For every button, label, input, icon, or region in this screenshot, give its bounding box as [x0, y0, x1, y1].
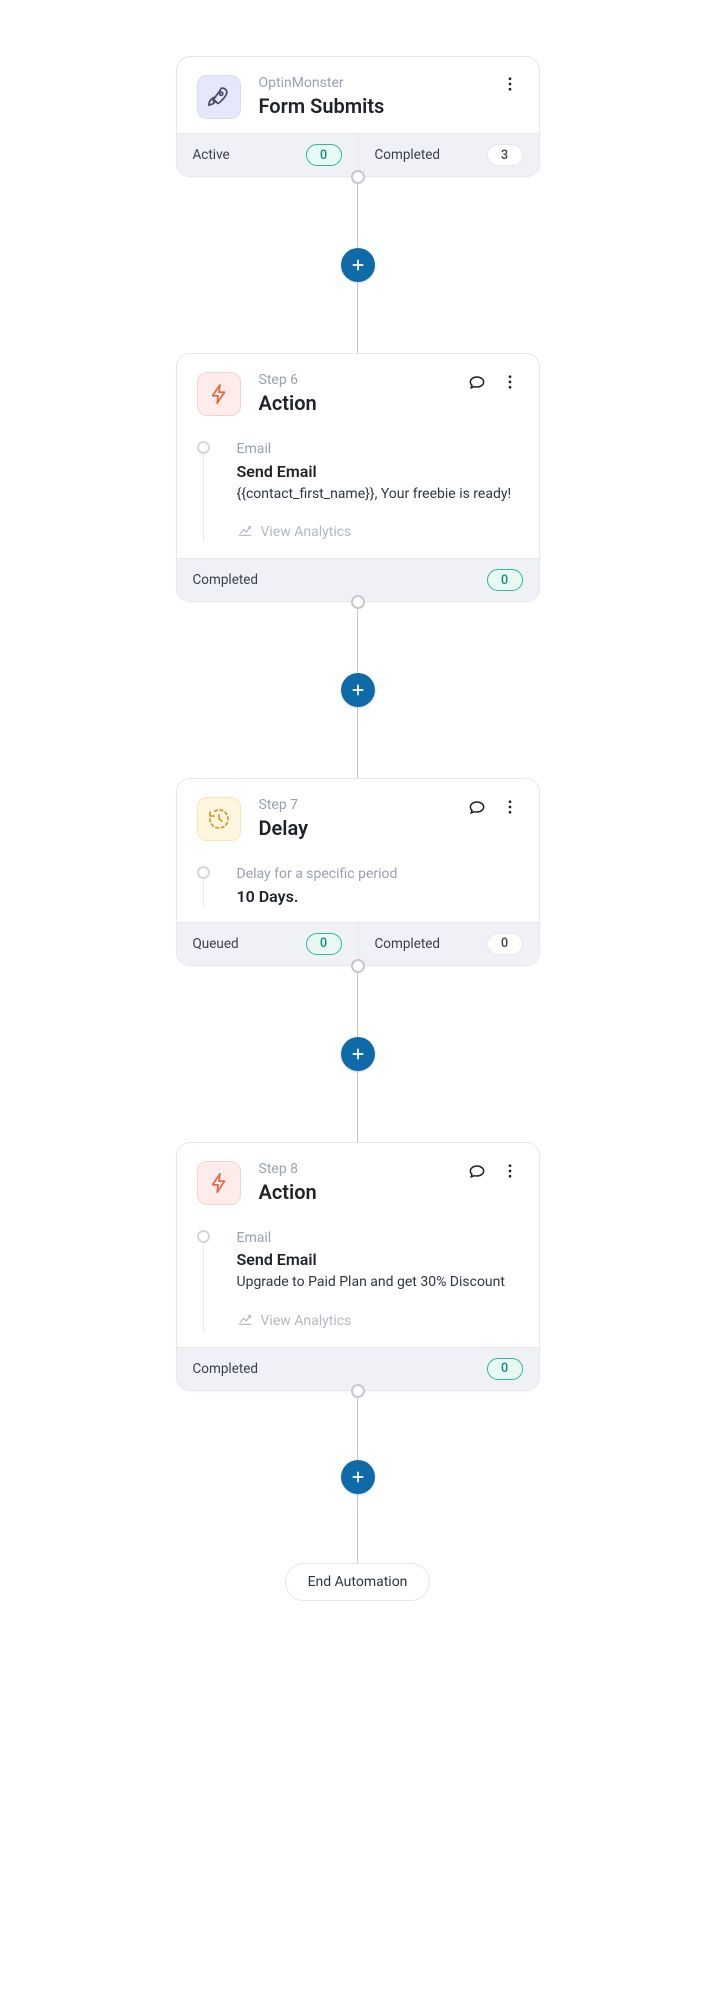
view-analytics-link[interactable]: View Analytics: [237, 1311, 519, 1331]
step-label: Step 7: [259, 797, 449, 814]
step-card-action[interactable]: Step 8 Action Email Send Email: [176, 1142, 540, 1391]
more-vertical-icon[interactable]: [501, 1162, 519, 1180]
completed-label: Completed: [193, 1361, 259, 1377]
detail-desc: {{contact_first_name}}, Your freebie is …: [237, 485, 519, 505]
rocket-icon: [197, 75, 241, 119]
bolt-icon: [197, 1161, 241, 1205]
queued-count-badge[interactable]: 0: [306, 933, 342, 955]
growth-chart-icon: [237, 522, 253, 542]
step-type: Delay: [259, 816, 449, 840]
connector-line: [357, 1493, 358, 1563]
clock-icon: [197, 797, 241, 841]
bolt-icon: [197, 372, 241, 416]
step-card-action[interactable]: Step 6 Action Email Send Email: [176, 353, 540, 602]
detail-label: Email: [237, 1229, 519, 1249]
end-automation-pill[interactable]: End Automation: [285, 1563, 431, 1601]
timeline-dot: [197, 866, 210, 879]
add-step-button[interactable]: [341, 248, 375, 282]
add-step-button[interactable]: [341, 673, 375, 707]
connector-dot: [351, 170, 365, 184]
connector-line: [357, 966, 358, 1038]
trigger-subtitle: OptinMonster: [259, 75, 483, 92]
step-label: Step 8: [259, 1161, 449, 1178]
connector-line: [357, 281, 358, 353]
step-card-delay[interactable]: Step 7 Delay Delay for a specific period: [176, 778, 540, 966]
timeline-dot: [197, 441, 210, 454]
queued-label: Queued: [193, 936, 239, 952]
view-analytics-link[interactable]: View Analytics: [237, 522, 519, 542]
chat-icon[interactable]: [467, 797, 487, 817]
connector-line: [357, 602, 358, 674]
completed-count-badge[interactable]: 0: [487, 1358, 523, 1380]
analytics-label: View Analytics: [261, 524, 352, 540]
more-vertical-icon[interactable]: [501, 75, 519, 93]
detail-label: Email: [237, 440, 519, 460]
growth-chart-icon: [237, 1311, 253, 1331]
more-vertical-icon[interactable]: [501, 798, 519, 816]
connector-line: [357, 706, 358, 778]
analytics-label: View Analytics: [261, 1313, 352, 1329]
completed-label: Completed: [375, 147, 441, 163]
step-type: Action: [259, 391, 449, 415]
completed-label: Completed: [193, 572, 259, 588]
detail-label: Delay for a specific period: [237, 865, 519, 885]
chat-icon[interactable]: [467, 1161, 487, 1181]
completed-count-badge[interactable]: 3: [487, 144, 523, 166]
timeline-dot: [197, 1230, 210, 1243]
active-count-badge[interactable]: 0: [306, 144, 342, 166]
completed-count-badge[interactable]: 0: [487, 933, 523, 955]
completed-label: Completed: [375, 936, 441, 952]
connector-line: [357, 1391, 358, 1461]
more-vertical-icon[interactable]: [501, 373, 519, 391]
trigger-card[interactable]: OptinMonster Form Submits Active 0 Compl…: [176, 56, 540, 177]
connector-line: [357, 177, 358, 249]
connector-dot: [351, 959, 365, 973]
detail-title: Send Email: [237, 1250, 519, 1269]
step-label: Step 6: [259, 372, 449, 389]
connector-line: [357, 1070, 358, 1142]
add-step-button[interactable]: [341, 1037, 375, 1071]
step-type: Action: [259, 1180, 449, 1204]
chat-icon[interactable]: [467, 372, 487, 392]
connector-dot: [351, 595, 365, 609]
connector-dot: [351, 1384, 365, 1398]
detail-desc: Upgrade to Paid Plan and get 30% Discoun…: [237, 1273, 519, 1293]
detail-title: Send Email: [237, 462, 519, 481]
active-label: Active: [193, 147, 230, 163]
trigger-title: Form Submits: [259, 94, 483, 118]
completed-count-badge[interactable]: 0: [487, 569, 523, 591]
detail-title: 10 Days.: [237, 887, 519, 906]
add-step-button[interactable]: [341, 1460, 375, 1494]
